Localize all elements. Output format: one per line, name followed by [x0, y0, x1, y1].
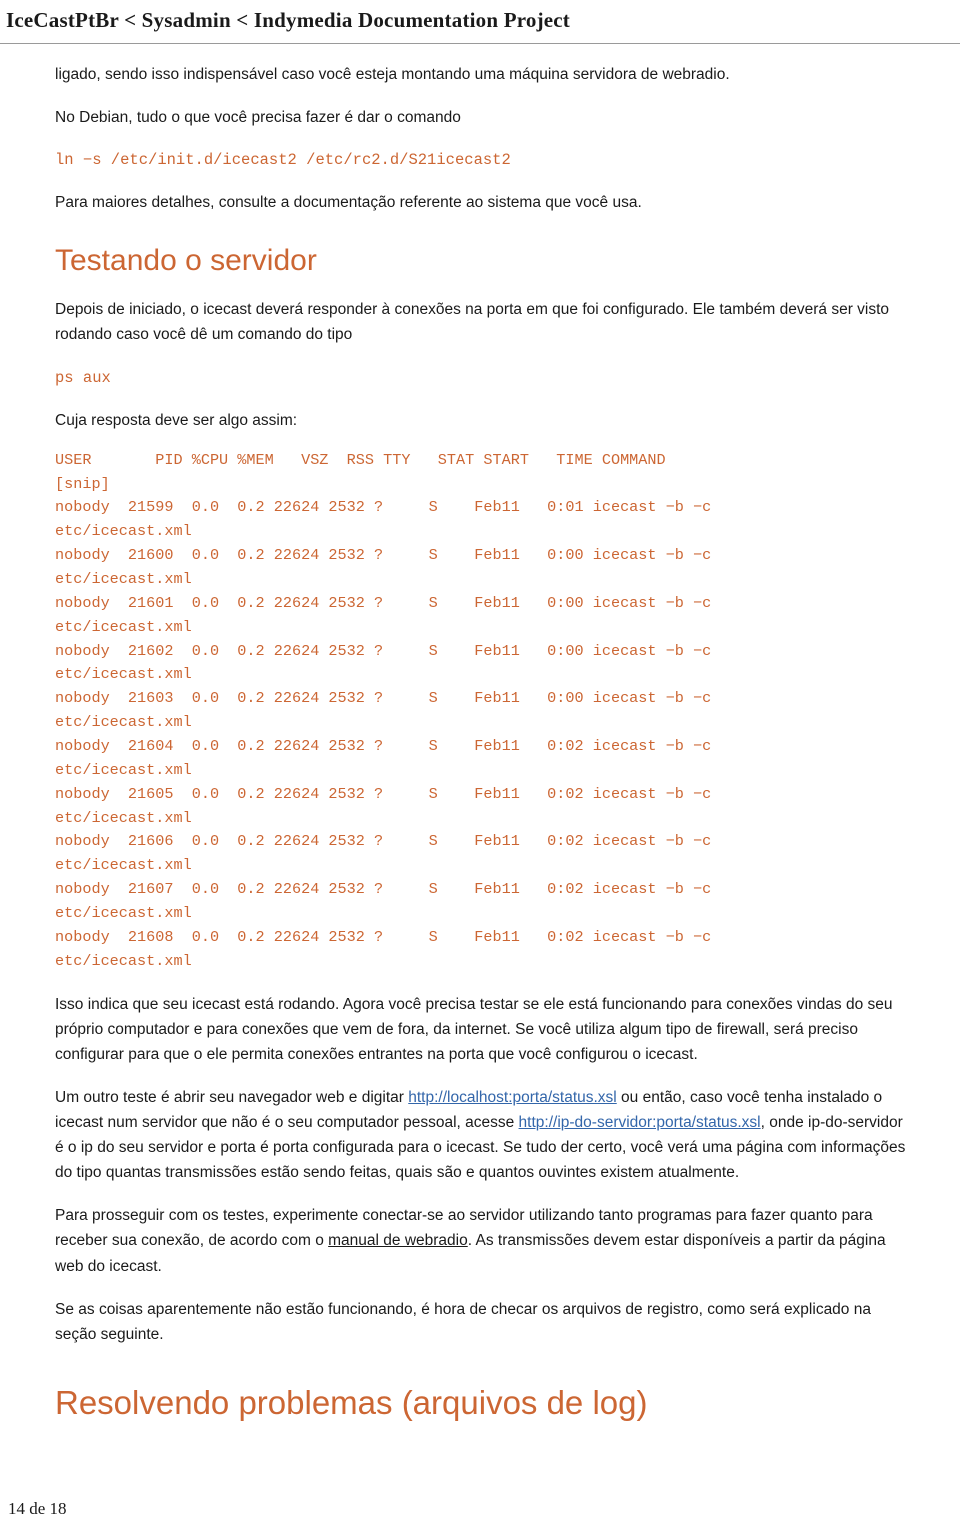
bottom-spacer	[55, 1423, 908, 1493]
paragraph-troubleshoot-intro: Se as coisas aparentemente não estão fun…	[55, 1300, 871, 1343]
paragraph-browser-test: Um outro teste é abrir seu navegador web…	[55, 1085, 908, 1185]
paragraph-debian: No Debian, tudo o que você precisa fazer…	[55, 109, 461, 127]
paragraph-connect-tests: Para prosseguir com os testes, experimen…	[55, 1203, 908, 1278]
paragraph-after-start: Depois de iniciado, o icecast deverá res…	[55, 301, 890, 344]
document-page: IceCastPtBr < Sysadmin < Indymedia Docum…	[0, 0, 960, 1529]
paragraph-more-details: Para maiores detalhes, consulte a docume…	[55, 194, 642, 212]
page-number-footer: 14 de 18	[8, 1499, 67, 1518]
link-server-status[interactable]: http://ip-do-servidor:porta/status.xsl	[519, 1114, 761, 1131]
code-ps-aux: ps aux	[55, 368, 111, 387]
header-divider	[0, 43, 960, 44]
paragraph-browser-test-part1: Um outro teste é abrir seu navegador web…	[55, 1088, 409, 1106]
document-header-title: IceCastPtBr < Sysadmin < Indymedia Docum…	[6, 8, 570, 32]
paragraph-intro: ligado, sendo isso indispensável caso vo…	[55, 66, 730, 83]
link-localhost-status[interactable]: http://localhost:porta/status.xsl	[408, 1089, 617, 1106]
document-content: ligado, sendo isso indispensável caso vo…	[0, 62, 960, 1493]
section-heading-resolvendo: Resolvendo problemas (arquivos de log)	[55, 1383, 648, 1421]
paragraph-response-intro: Cuja resposta deve ser algo assim:	[55, 411, 298, 429]
link-manual-webradio[interactable]: manual de webradio	[328, 1232, 468, 1249]
paragraph-running-check: Isso indica que seu icecast está rodando…	[55, 995, 893, 1063]
section-heading-testando: Testando o servidor	[55, 244, 317, 278]
code-symlink-command: ln −s /etc/init.d/icecast2 /etc/rc2.d/S2…	[55, 151, 511, 170]
code-ps-output-listing: USER PID %CPU %MEM VSZ RSS TTY STAT STAR…	[55, 450, 712, 970]
